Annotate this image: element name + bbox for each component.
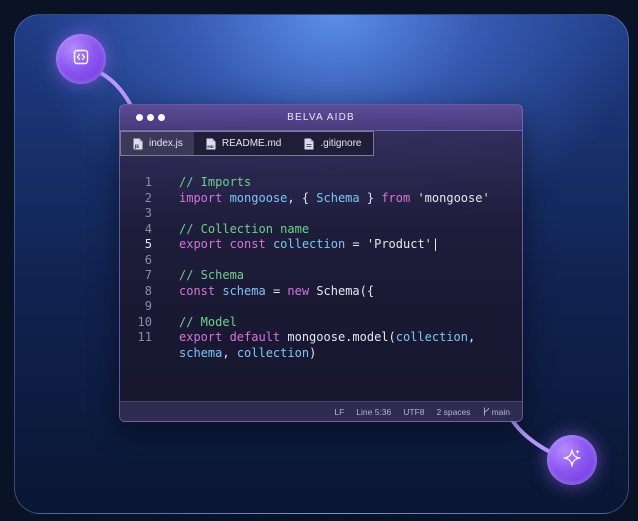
code-token: export bbox=[179, 237, 230, 251]
code-token: collection bbox=[236, 345, 310, 360]
code-token: 'mongoose' bbox=[417, 190, 490, 205]
line-ending-status[interactable]: LF bbox=[334, 407, 344, 417]
code-token: collection bbox=[395, 330, 468, 344]
tab-index-js[interactable]: JS index.js bbox=[121, 132, 194, 155]
line-source: import mongoose, { Schema } from 'mongoo… bbox=[152, 191, 490, 207]
line-number: 1 bbox=[144, 175, 152, 189]
branch-label: main bbox=[491, 406, 510, 417]
code-line: 7 // Schema bbox=[120, 268, 522, 284]
code-token: , bbox=[468, 330, 476, 344]
code-line: 2 import mongoose, { Schema } from 'mongo… bbox=[120, 191, 522, 207]
code-token: schema bbox=[179, 345, 223, 360]
line-number: 5 bbox=[144, 237, 152, 251]
code-line: 1 // Imports bbox=[120, 175, 522, 191]
editor-window: BELVA AIDB JS index.js MD README.md .git… bbox=[119, 104, 523, 422]
code-token: // Imports bbox=[179, 175, 252, 189]
line-source: export default mongoose.model(collection… bbox=[152, 330, 475, 346]
line-number: 3 bbox=[144, 206, 152, 220]
line-number: 11 bbox=[137, 330, 152, 344]
line-source bbox=[152, 206, 179, 222]
js-file-icon: JS bbox=[133, 138, 143, 149]
code-token: , { bbox=[287, 190, 317, 205]
code-line: 11 export default mongoose.model(collecti… bbox=[120, 330, 522, 346]
line-number: 10 bbox=[137, 314, 152, 329]
tab-label: README.md bbox=[221, 138, 282, 149]
code-line: 9 bbox=[120, 299, 522, 315]
line-source: // Imports bbox=[152, 175, 251, 191]
line-number: 9 bbox=[144, 299, 152, 313]
line-source bbox=[152, 299, 179, 315]
git-branch-icon bbox=[483, 407, 489, 416]
markdown-file-icon: MD bbox=[206, 138, 216, 149]
code-orb-button[interactable] bbox=[56, 34, 106, 84]
line-source: export const collection = 'Product'| bbox=[152, 237, 439, 253]
indent-status[interactable]: 2 spaces bbox=[437, 407, 471, 417]
code-brackets-icon bbox=[73, 49, 89, 70]
line-number: 6 bbox=[144, 252, 152, 267]
line-number: 2 bbox=[144, 190, 152, 205]
code-token: = bbox=[345, 237, 367, 251]
line-number: 7 bbox=[144, 268, 152, 282]
code-editor[interactable]: 1 // Imports 2 import mongoose, { Schema } … bbox=[120, 175, 522, 361]
code-token: Schema({ bbox=[316, 283, 375, 298]
svg-text:MD: MD bbox=[207, 145, 214, 149]
code-token: schema bbox=[222, 283, 266, 298]
code-token: Schema bbox=[316, 190, 360, 205]
code-line: 8 const schema = new Schema({ bbox=[120, 284, 522, 300]
code-token: 'Product'| bbox=[366, 237, 440, 251]
line-source: // Collection name bbox=[152, 222, 309, 238]
code-line: 5 export const collection = 'Product'| bbox=[120, 237, 522, 253]
sparkle-icon bbox=[562, 448, 582, 473]
window-title: BELVA AIDB bbox=[287, 112, 355, 123]
line-number: 4 bbox=[144, 221, 152, 236]
tab-bar: JS index.js MD README.md .gitignore bbox=[120, 131, 374, 156]
code-token: import bbox=[179, 190, 230, 205]
code-token: = bbox=[265, 283, 288, 298]
line-number bbox=[120, 346, 152, 362]
code-token: const bbox=[229, 237, 273, 251]
tab-readme-md[interactable]: MD README.md bbox=[194, 132, 292, 155]
code-token: , bbox=[222, 345, 237, 360]
tab-label: .gitignore bbox=[320, 138, 362, 149]
code-token: export bbox=[179, 330, 230, 344]
code-token: ) bbox=[309, 345, 317, 360]
code-token: collection bbox=[272, 237, 346, 251]
code-token: // Model bbox=[179, 314, 237, 329]
ai-orb-button[interactable] bbox=[547, 435, 597, 485]
title-bar: BELVA AIDB bbox=[120, 105, 522, 131]
code-line: 3 bbox=[120, 206, 522, 222]
line-source bbox=[152, 253, 179, 269]
code-token: // Collection name bbox=[179, 221, 310, 236]
line-source: // Schema bbox=[152, 268, 244, 284]
line-source: // Model bbox=[152, 315, 237, 331]
tab-label: index.js bbox=[149, 138, 183, 149]
svg-text:JS: JS bbox=[134, 144, 139, 149]
line-source: const schema = new Schema({ bbox=[152, 284, 374, 300]
code-token: } bbox=[359, 190, 382, 205]
code-token: mongoose bbox=[229, 190, 288, 205]
cursor-position-status[interactable]: Line 5:36 bbox=[356, 407, 391, 417]
encoding-status[interactable]: UTF8 bbox=[403, 407, 424, 417]
code-line: 10 // Model bbox=[120, 315, 522, 331]
code-token: new bbox=[287, 283, 317, 298]
code-line: schema, collection) bbox=[120, 346, 522, 362]
code-token: mongoose.model( bbox=[287, 330, 396, 344]
file-icon bbox=[304, 138, 314, 149]
code-token: default bbox=[229, 330, 288, 344]
code-token: from bbox=[381, 190, 418, 205]
code-line: 6 bbox=[120, 253, 522, 269]
tab-gitignore[interactable]: .gitignore bbox=[292, 132, 372, 155]
code-token: const bbox=[179, 283, 223, 298]
status-bar: LF Line 5:36 UTF8 2 spaces main bbox=[120, 401, 522, 421]
code-line: 4 // Collection name bbox=[120, 222, 522, 238]
code-token: // Schema bbox=[179, 268, 245, 282]
line-number: 8 bbox=[144, 283, 152, 298]
line-source: schema, collection) bbox=[152, 346, 316, 362]
branch-status[interactable]: main bbox=[483, 407, 510, 417]
